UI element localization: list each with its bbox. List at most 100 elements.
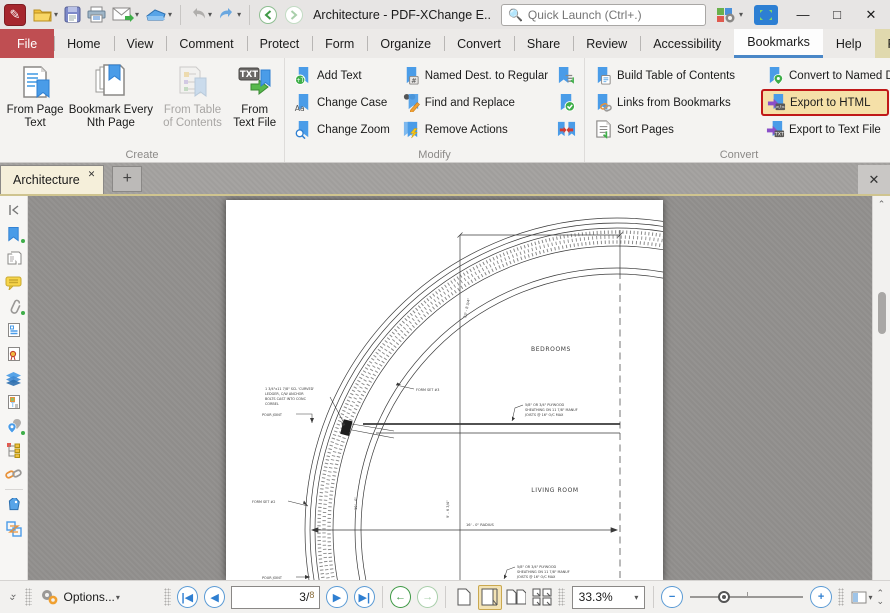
zoom-level-select[interactable]: 33.3% ▾ xyxy=(572,586,646,609)
order-pane-button[interactable] xyxy=(2,517,26,541)
tab-comment[interactable]: Comment xyxy=(166,29,246,58)
save-button[interactable] xyxy=(61,2,84,28)
export-to-text-file-button[interactable]: TXT Export to Text File xyxy=(761,116,889,143)
fit-width-view-button[interactable] xyxy=(478,585,502,610)
minimize-button[interactable]: — xyxy=(786,2,820,28)
export-to-html-button[interactable]: </> Export to HTML xyxy=(761,89,889,116)
close-button[interactable]: ✕ xyxy=(854,2,888,28)
thumbnails-pane-button[interactable] xyxy=(2,246,26,270)
scrollbar-thumb[interactable] xyxy=(878,292,886,334)
content-pane-button[interactable]: T xyxy=(2,390,26,414)
from-page-text-button[interactable]: From Page Text xyxy=(4,60,66,148)
tab-help[interactable]: Help xyxy=(823,29,875,58)
pane-toggle-button[interactable]: ▾ xyxy=(847,584,876,610)
grid-view-button[interactable] xyxy=(530,585,554,610)
expand-statusbar-button[interactable]: ⌃⌄ xyxy=(876,589,886,605)
tab-home[interactable]: Home xyxy=(54,29,113,58)
quick-launch-input[interactable] xyxy=(528,8,699,22)
options-button[interactable]: Options... ▾ xyxy=(35,584,124,610)
remove-actions-button[interactable]: Remove Actions xyxy=(397,116,553,143)
last-page-button[interactable]: ▶| xyxy=(354,586,375,608)
content-icon: T xyxy=(7,394,21,410)
merge-bookmarks-button[interactable] xyxy=(553,116,579,143)
redo-button[interactable]: ▾ xyxy=(215,2,244,28)
scan-button[interactable]: ▾ xyxy=(142,2,175,28)
layers-pane-button[interactable] xyxy=(2,366,26,390)
tab-view[interactable]: View xyxy=(114,29,167,58)
svg-text:#: # xyxy=(411,77,417,85)
two-page-view-button[interactable] xyxy=(504,585,528,610)
from-text-file-button[interactable]: TXT From Text File xyxy=(229,60,280,148)
bookmark-every-nth-page-button[interactable]: Bookmark Every Nth Page xyxy=(66,60,155,148)
tab-form[interactable]: Form xyxy=(312,29,367,58)
links-pane-button[interactable] xyxy=(2,462,26,486)
zoom-slider[interactable] xyxy=(690,586,804,608)
app-logo-icon[interactable]: ✎ xyxy=(4,4,26,26)
zoom-in-button[interactable]: + xyxy=(810,586,831,608)
bookmarks-pane-button[interactable] xyxy=(2,222,26,246)
change-zoom-button[interactable]: Change Zoom xyxy=(289,116,397,143)
scroll-up-icon[interactable]: ⌃ xyxy=(873,199,890,210)
fields-pane-button[interactable] xyxy=(2,318,26,342)
forward-button[interactable] xyxy=(281,2,307,28)
tags-pane-button[interactable] xyxy=(2,493,26,517)
label-radius: 16' - 0" RADIUS xyxy=(466,523,494,527)
tab-convert[interactable]: Convert xyxy=(444,29,514,58)
first-page-button[interactable]: |◀ xyxy=(177,586,198,608)
document-tab-architecture[interactable]: Architecture ✕ xyxy=(0,165,104,194)
tab-format[interactable]: Format xyxy=(875,29,890,58)
open-button[interactable]: ▾ xyxy=(30,2,61,28)
history-back-button[interactable]: ← xyxy=(390,586,411,608)
back-button[interactable] xyxy=(255,2,281,28)
tab-bookmarks[interactable]: Bookmarks xyxy=(734,29,823,58)
print-button[interactable] xyxy=(84,2,109,28)
validate-bookmarks-button[interactable] xyxy=(553,89,579,116)
fullscreen-button[interactable] xyxy=(754,5,778,25)
tab-protect[interactable]: Protect xyxy=(247,29,313,58)
signatures-pane-button[interactable] xyxy=(2,342,26,366)
named-dest-to-regular-button[interactable]: # Named Dest. to Regular xyxy=(397,62,553,89)
slider-thumb[interactable] xyxy=(718,591,730,603)
drag-handle[interactable] xyxy=(164,588,171,606)
tab-accessibility[interactable]: Accessibility xyxy=(640,29,734,58)
destinations-pane-button[interactable] xyxy=(2,414,26,438)
change-case-button[interactable]: Aa Change Case xyxy=(289,89,397,116)
attachments-pane-button[interactable] xyxy=(2,294,26,318)
sort-pages-button[interactable]: Sort Pages xyxy=(589,116,761,143)
add-text-button[interactable]: +T Add Text xyxy=(289,62,397,89)
quick-launch[interactable]: 🔍 xyxy=(501,4,706,26)
tab-file[interactable]: File xyxy=(0,29,54,58)
collapse-pane-button[interactable] xyxy=(2,198,26,222)
find-and-replace-button[interactable]: Find and Replace xyxy=(397,89,553,116)
ui-options-button[interactable]: ▾ xyxy=(713,2,746,28)
previous-page-button[interactable]: ◀ xyxy=(204,586,225,608)
sort-bookmarks-button[interactable] xyxy=(553,62,579,89)
page-number-box[interactable]: 3/8 xyxy=(231,586,320,609)
maximize-button[interactable]: □ xyxy=(820,2,854,28)
drag-handle[interactable] xyxy=(838,588,845,606)
drag-handle[interactable] xyxy=(25,588,32,606)
new-tab-button[interactable]: + xyxy=(112,166,142,192)
drag-handle[interactable] xyxy=(558,588,565,606)
close-tab-icon[interactable]: ✕ xyxy=(88,169,96,180)
convert-to-named-dest-button[interactable]: Convert to Named Dest. xyxy=(761,62,889,89)
tab-organize[interactable]: Organize xyxy=(367,29,444,58)
single-page-view-button[interactable] xyxy=(451,585,475,610)
history-forward-button[interactable]: → xyxy=(417,586,438,608)
next-page-button[interactable]: ▶ xyxy=(326,586,347,608)
collapse-statusbar-button[interactable]: ⌄⌄ xyxy=(4,584,22,610)
vertical-scrollbar[interactable]: ⌃ xyxy=(872,196,890,580)
from-table-of-contents-button[interactable]: From Table of Contents xyxy=(156,60,230,148)
structure-pane-button[interactable] xyxy=(2,438,26,462)
links-from-bookmarks-button[interactable]: Links from Bookmarks xyxy=(589,89,761,116)
undo-button[interactable]: ▾ xyxy=(186,2,215,28)
pdf-page[interactable]: BEDROOMS LIVING ROOM FORM SET #3 FORM SE… xyxy=(226,200,663,580)
comments-pane-button[interactable] xyxy=(2,270,26,294)
bookmark-list-icon xyxy=(557,66,576,85)
close-document-button[interactable]: ✕ xyxy=(858,165,890,194)
zoom-out-button[interactable]: − xyxy=(661,586,682,608)
tab-share[interactable]: Share xyxy=(514,29,573,58)
tab-review[interactable]: Review xyxy=(573,29,640,58)
email-button[interactable]: ▾ xyxy=(109,2,142,28)
build-table-of-contents-button[interactable]: Build Table of Contents xyxy=(589,62,761,89)
